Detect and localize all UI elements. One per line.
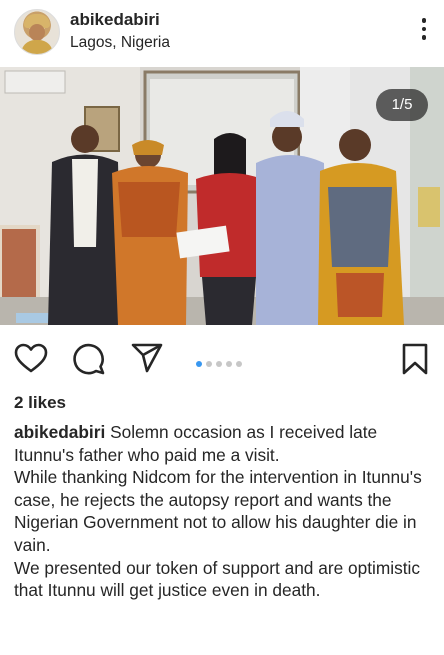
profile-avatar[interactable] [14, 9, 60, 55]
save-bookmark-icon[interactable] [400, 342, 430, 376]
post-caption: abikedabiri Solemn occasion as I receive… [14, 421, 434, 602]
action-bar [0, 330, 444, 386]
username-link[interactable]: abikedabiri [70, 10, 160, 30]
post-header: abikedabiri Lagos, Nigeria [0, 0, 444, 66]
carousel-dot [216, 361, 222, 367]
carousel-dot [236, 361, 242, 367]
more-options-icon[interactable] [420, 18, 428, 42]
caption-text: While thanking Nidcom for the interventi… [14, 467, 422, 555]
location-link[interactable]: Lagos, Nigeria [70, 34, 170, 52]
image-counter: 1/5 [376, 89, 428, 121]
carousel-indicator [196, 354, 246, 367]
caption-username[interactable]: abikedabiri [14, 422, 105, 442]
likes-count[interactable]: 2 likes [14, 393, 66, 413]
post-photo[interactable]: 1/5 [0, 67, 444, 325]
carousel-dot [206, 361, 212, 367]
share-icon[interactable] [130, 342, 164, 374]
like-heart-icon[interactable] [14, 342, 48, 374]
caption-text: We presented our token of support and ar… [14, 557, 421, 601]
carousel-dot [226, 361, 232, 367]
carousel-dot [196, 361, 202, 367]
comment-icon[interactable] [72, 342, 106, 376]
